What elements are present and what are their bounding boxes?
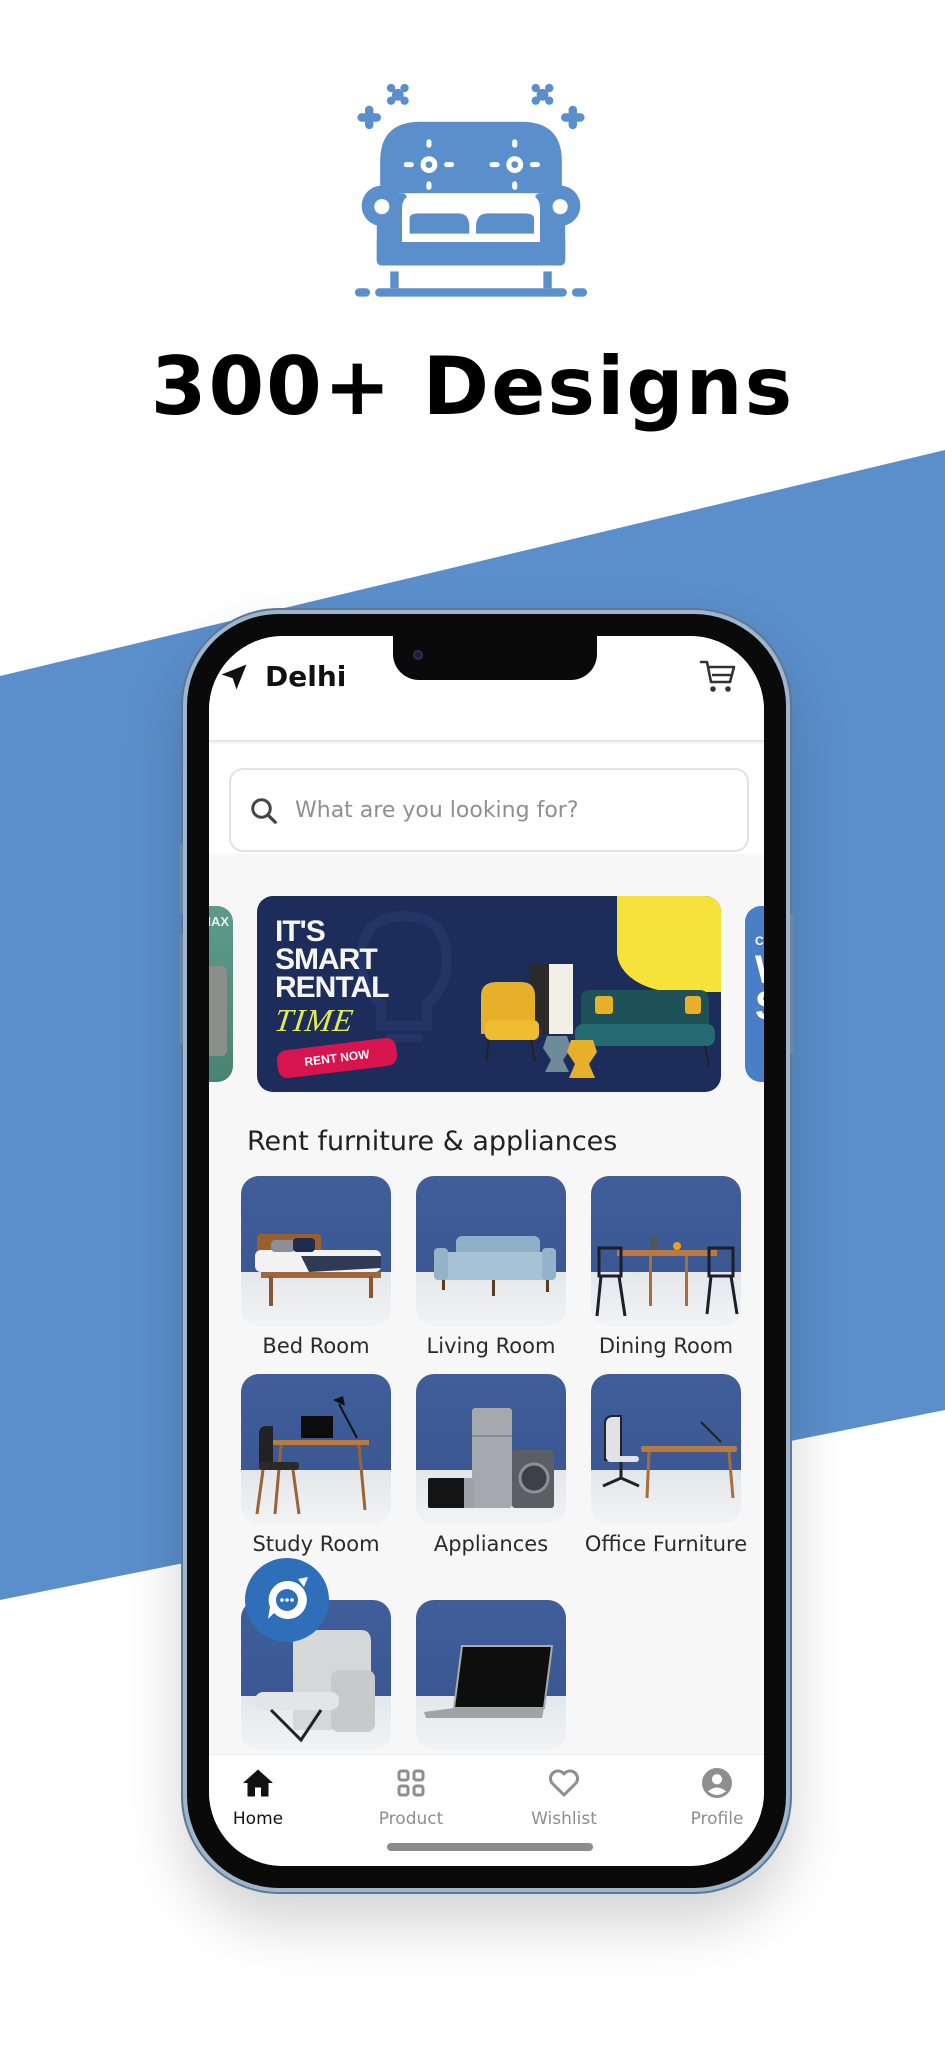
- cart-icon[interactable]: [699, 658, 737, 694]
- section-title: Rent furniture & appliances: [247, 1126, 618, 1157]
- phone-side-button: [790, 914, 794, 1054]
- appliance-image: [209, 966, 227, 1056]
- nav-wishlist[interactable]: Wishlist: [509, 1765, 619, 1829]
- chat-bubble-icon: [268, 1577, 308, 1619]
- study-desk-image: [241, 1374, 391, 1524]
- nav-product[interactable]: Product: [356, 1765, 466, 1829]
- category-label: Office Furniture: [584, 1532, 748, 1556]
- sofa-icon: [354, 83, 588, 297]
- sofa-image: [416, 1176, 566, 1326]
- category-tile-bed-room[interactable]: Bed Room: [241, 1176, 391, 1360]
- dining-table-image: [591, 1176, 741, 1326]
- search-bar[interactable]: [229, 768, 749, 852]
- chat-button[interactable]: [245, 1558, 329, 1642]
- banner-furniture-image: [481, 964, 715, 1078]
- nav-label: Profile: [690, 1809, 744, 1829]
- app-screen: Delhi MAX: [209, 636, 764, 1866]
- category-label: Living Room: [426, 1334, 556, 1358]
- bottom-nav: Home Product Wishlist Profile: [209, 1754, 764, 1866]
- banner-headline-line1: IT'S: [275, 915, 326, 948]
- phone-side-button: [179, 844, 183, 914]
- front-camera: [413, 650, 423, 660]
- hero-title: 300+ Designs: [150, 340, 795, 433]
- promo-banner-next[interactable]: Ch WS: [745, 906, 764, 1082]
- category-tile-study-room[interactable]: Study Room: [241, 1374, 391, 1558]
- nav-home[interactable]: Home: [209, 1765, 313, 1829]
- category-label: Bed Room: [262, 1334, 370, 1358]
- category-tile-office-furniture[interactable]: Office Furniture: [585, 1374, 747, 1558]
- nav-label: Home: [232, 1809, 284, 1829]
- appliances-image: [416, 1374, 566, 1524]
- category-tile-appliances[interactable]: Appliances: [416, 1374, 566, 1558]
- navigation-arrow-icon[interactable]: [219, 662, 249, 692]
- category-tile-dining-room[interactable]: Dining Room: [591, 1176, 741, 1360]
- bed-image: [241, 1176, 391, 1326]
- search-icon: [251, 798, 277, 824]
- banner-headline-line3: RENTAL: [275, 971, 389, 1004]
- promo-banner-next-text: Ch: [755, 934, 764, 948]
- promo-carousel[interactable]: MAX IT'S SMART RENTAL TIME RENT NOW: [209, 894, 764, 1094]
- promo-banner-previous[interactable]: MAX: [209, 906, 233, 1082]
- home-indicator[interactable]: [387, 1843, 593, 1851]
- phone-side-button: [179, 934, 183, 1044]
- search-input[interactable]: [295, 790, 735, 830]
- banner-headline-line2: SMART: [275, 943, 378, 976]
- nav-label: Wishlist: [531, 1809, 597, 1829]
- category-tile-living-room[interactable]: Living Room: [416, 1176, 566, 1360]
- category-tile-laptop[interactable]: [416, 1600, 566, 1756]
- location-label[interactable]: Delhi: [265, 660, 346, 693]
- phone-mockup: Delhi MAX: [179, 610, 794, 1892]
- rent-now-button[interactable]: RENT NOW: [275, 1036, 399, 1080]
- promo-banner-next-glyph: WS: [755, 950, 764, 1026]
- grid-icon: [397, 1769, 425, 1797]
- nav-label: Product: [378, 1809, 444, 1829]
- phone-notch: [393, 636, 597, 680]
- category-label: Study Room: [252, 1532, 380, 1556]
- office-desk-image: [591, 1374, 741, 1524]
- user-circle-icon: [702, 1768, 732, 1798]
- promo-banner-previous-text: MAX: [209, 914, 229, 929]
- nav-profile[interactable]: Profile: [662, 1765, 764, 1829]
- promo-banner-smart-rental[interactable]: IT'S SMART RENTAL TIME RENT NOW: [257, 896, 721, 1092]
- home-icon: [243, 1769, 273, 1797]
- laptop-image: [416, 1600, 566, 1750]
- category-label: Dining Room: [598, 1334, 734, 1358]
- heart-icon: [549, 1769, 579, 1797]
- banner-headline-line4: TIME: [272, 1002, 357, 1038]
- category-label: Appliances: [433, 1532, 549, 1556]
- search-section: [209, 744, 764, 854]
